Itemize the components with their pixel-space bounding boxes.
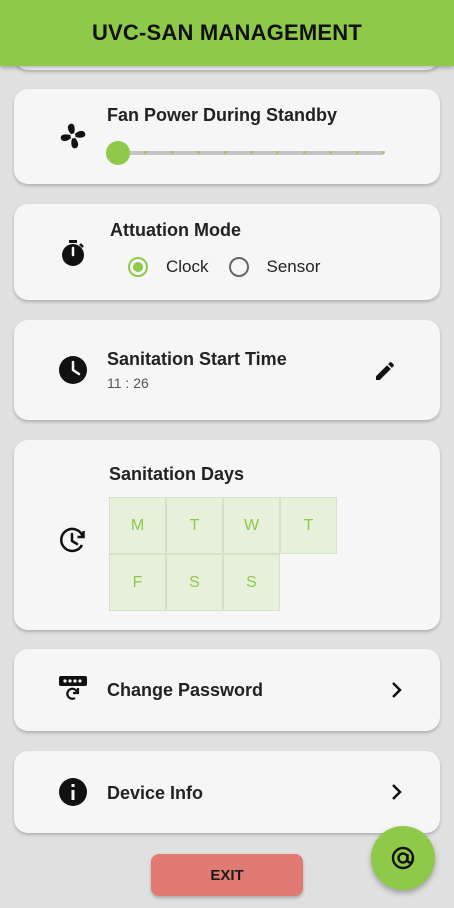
- actuation-mode-card: Attuation Mode Clock Sensor: [14, 204, 440, 300]
- slider-tick: [302, 151, 306, 154]
- fan-icon: [58, 121, 88, 151]
- floating-action-button[interactable]: [371, 826, 435, 890]
- app-title: UVC-SAN MANAGEMENT: [91, 20, 363, 45]
- radio-sensor[interactable]: [228, 257, 249, 277]
- password-reset-icon: [58, 673, 88, 703]
- day-friday[interactable]: F: [109, 554, 166, 611]
- day-tuesday[interactable]: T: [166, 497, 223, 554]
- day-monday[interactable]: M: [109, 497, 166, 554]
- day-thursday[interactable]: T: [280, 497, 337, 554]
- change-password-label: Change Password: [107, 680, 264, 700]
- radio-sensor-label: Sensor: [266, 257, 321, 276]
- radio-clock-label: Clock: [166, 257, 209, 276]
- chevron-right-icon: [386, 782, 406, 802]
- fan-power-card: Fan Power During Standby: [14, 89, 440, 184]
- change-password-row[interactable]: Change Password: [14, 649, 440, 731]
- history-icon: [58, 525, 88, 555]
- day-sunday[interactable]: S: [223, 554, 280, 611]
- exit-button-label: EXIT: [210, 866, 244, 884]
- device-info-row[interactable]: Device Info: [14, 751, 440, 833]
- actuation-mode-title: Attuation Mode: [110, 220, 241, 240]
- sanitation-days-title: Sanitation Days: [109, 464, 245, 484]
- at-icon: [390, 845, 416, 871]
- pencil-icon[interactable]: [373, 359, 397, 383]
- slider-tick: [170, 151, 174, 154]
- clock-icon: [58, 355, 88, 385]
- radio-option-sensor[interactable]: Sensor: [228, 257, 321, 277]
- sanitation-days-card: Sanitation Days M T W T F S S: [14, 440, 440, 630]
- start-time-value: 11 : 26: [107, 375, 149, 391]
- chevron-right-icon: [386, 680, 406, 700]
- start-time-title: Sanitation Start Time: [107, 349, 287, 369]
- day-wednesday[interactable]: W: [223, 497, 280, 554]
- info-icon: [58, 777, 88, 807]
- slider-tick: [382, 151, 385, 154]
- slider-tick: [250, 151, 253, 154]
- slider-tick: [223, 151, 227, 154]
- device-info-label: Device Info: [107, 783, 204, 803]
- slider-tick: [355, 151, 359, 154]
- start-time-card: Sanitation Start Time 11 : 26: [14, 320, 440, 420]
- radio-clock[interactable]: [128, 257, 148, 277]
- actuation-mode-radio-group: Clock Sensor: [128, 257, 320, 277]
- radio-option-clock[interactable]: Clock: [128, 257, 209, 277]
- exit-button[interactable]: EXIT: [151, 854, 303, 896]
- slider-thumb[interactable]: [106, 141, 130, 165]
- fan-power-title: Fan Power During Standby: [107, 105, 338, 125]
- day-saturday[interactable]: S: [166, 554, 223, 611]
- app-bar: UVC-SAN MANAGEMENT: [0, 0, 454, 66]
- days-grid: M T W T F S S: [109, 497, 337, 611]
- stopwatch-icon: [58, 238, 88, 268]
